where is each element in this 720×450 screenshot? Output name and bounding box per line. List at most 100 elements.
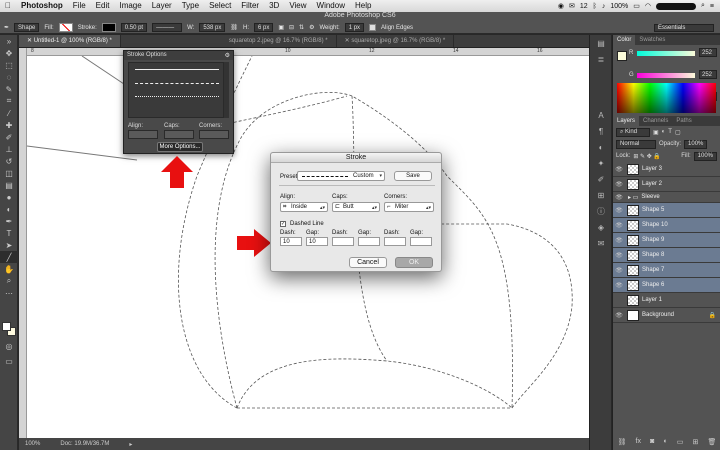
weight-input[interactable]: 1 px [344,23,365,32]
screen-mode-icon[interactable]: ▭ [0,355,18,367]
menu-3d[interactable]: 3D [264,0,284,12]
gap-1-input[interactable]: 10 [306,237,328,246]
width-input[interactable]: 538 px [199,23,226,32]
apple-icon[interactable]:  [0,0,16,12]
path-ops-icon[interactable]: ▣ [278,24,284,31]
styles-panel-icon[interactable]: ✦ [590,155,612,171]
lasso-tool-icon[interactable]: ◌ [0,71,18,83]
doc-size[interactable]: Doc: 19.9M/36.7M [60,441,109,447]
eraser-tool-icon[interactable]: ◫ [0,167,18,179]
menu-view[interactable]: View [284,0,311,12]
crop-tool-icon[interactable]: ⌗ [0,95,18,107]
stroke-swatch[interactable] [101,23,116,32]
color-spectrum[interactable] [617,83,716,113]
zoom-level[interactable]: 100% [25,441,40,447]
cancel-button[interactable]: Cancel [349,257,387,268]
visibility-eye-icon[interactable]: 👁 [613,181,625,188]
menu-help[interactable]: Help [350,0,376,12]
align-edges-checkbox[interactable] [369,24,377,31]
settings-gear-icon[interactable]: ⚙ [309,24,314,31]
collapse-icon[interactable]: » [0,35,18,47]
stroke-type-select[interactable]: ——— [152,23,183,32]
tab-squaretop[interactable]: ✕ squaretop.jpeg @ 16.7% (RGB/8) * [337,35,455,47]
preset-solid[interactable] [135,69,219,70]
type-tool-icon[interactable]: T [0,227,18,239]
filter-pixel-icon[interactable]: ▣ [653,129,659,136]
visibility-eye-icon[interactable]: 👁 [613,166,625,173]
layer-row-shape-10[interactable]: 👁 Shape 10 [613,218,720,233]
tab-paths[interactable]: Paths [672,116,695,126]
menu-image[interactable]: Image [114,0,146,12]
brush-tool-icon[interactable]: ✐ [0,131,18,143]
trash-icon[interactable]: 🗑 [708,438,717,450]
new-group-icon[interactable]: ▭ [677,438,684,450]
3d-panel-icon[interactable]: ◈ [590,219,612,235]
fill-input[interactable]: 100% [693,151,717,161]
history-brush-tool-icon[interactable]: ↺ [0,155,18,167]
tab-layers[interactable]: Layers [613,116,640,126]
info-panel-icon[interactable]: ⓘ [590,203,612,219]
preset-dotted[interactable] [135,96,219,97]
dash-2-input[interactable] [332,237,354,246]
hand-tool-icon[interactable]: ✋ [0,263,18,275]
dash-3-input[interactable] [384,237,406,246]
layer-group-sleeve[interactable]: 👁 ▸ ▭ Sleeve [613,192,720,203]
align-select[interactable] [128,130,158,139]
red-value-input[interactable]: 252 [699,48,717,57]
stroke-width-input[interactable]: 0.50 pt [120,23,148,32]
tab-color[interactable]: Color [613,35,636,45]
menu-select[interactable]: Select [204,0,236,12]
link-layers-icon[interactable]: ⛓ [618,438,627,450]
menu-edit[interactable]: Edit [91,0,115,12]
opacity-input[interactable]: 100% [684,139,708,149]
more-options-button[interactable]: More Options... [157,142,203,152]
zoom-tool-icon[interactable]: ⌕ [0,275,18,287]
notes-panel-icon[interactable]: ✉ [590,235,612,251]
fill-swatch[interactable] [58,23,73,32]
vertical-ruler[interactable] [19,48,27,438]
character-panel-icon[interactable]: A [590,107,612,123]
paragraph-panel-icon[interactable]: ¶ [590,123,612,139]
blend-mode-select[interactable]: Normal [616,139,656,149]
mask-icon[interactable]: ◙ [650,438,654,450]
pen-tool-icon[interactable]: ✒ [4,24,9,31]
layer-row-layer-3[interactable]: 👁 Layer 3 [613,162,720,177]
layer-row-shape-6[interactable]: 👁 Shape 6 [613,278,720,293]
visibility-eye-icon[interactable]: 👁 [613,282,625,289]
visibility-eye-icon[interactable]: 👁 [613,252,625,259]
menu-filter[interactable]: Filter [236,0,264,12]
stamp-tool-icon[interactable]: ⊥ [0,143,18,155]
filter-type-icon[interactable]: T [668,129,672,135]
preset-select[interactable]: Custom ▾ [297,171,385,181]
menu-layer[interactable]: Layer [147,0,177,12]
menu-window[interactable]: Window [312,0,350,12]
gap-3-input[interactable] [410,237,432,246]
ok-button[interactable]: OK [395,257,433,268]
fx-icon[interactable]: fx [636,438,641,450]
layer-row-shape-9[interactable]: 👁 Shape 9 [613,233,720,248]
foreground-color-swatch[interactable] [2,322,11,331]
stroke-options-gear-icon[interactable]: ⚙ [225,52,230,59]
visibility-eye-icon[interactable]: 👁 [613,207,625,214]
bluetooth-icon[interactable]: ᛒ [593,3,597,10]
layer-row-shape-5[interactable]: 👁 Shape 5 [613,203,720,218]
dashed-line-checkbox[interactable]: ✓ [280,221,286,227]
tab-close-icon[interactable]: ✕ [27,38,34,44]
adjustments-panel-icon[interactable]: ◐ [590,139,612,155]
preset-scrollbar[interactable] [224,62,229,118]
eyedropper-tool-icon[interactable]: ⁄ [0,107,18,119]
horizontal-ruler[interactable]: 8 10 12 14 16 [27,48,589,56]
corners-select[interactable]: ⌐ Miter ▴▾ [384,202,434,212]
filter-shape-icon[interactable]: ▢ [675,129,681,136]
quick-mask-icon[interactable]: ◎ [0,340,18,352]
notification-icon[interactable]: ✉ [569,2,575,10]
dash-1-input[interactable]: 10 [280,237,302,246]
healing-tool-icon[interactable]: ✚ [0,119,18,131]
more-tools-icon[interactable]: ⋯ [0,287,18,299]
menu-file[interactable]: File [68,0,91,12]
blur-tool-icon[interactable]: ● [0,191,18,203]
layer-row-layer-2[interactable]: 👁 Layer 2 [613,177,720,192]
menu-type[interactable]: Type [177,0,204,12]
layer-row-layer-1[interactable]: Layer 1 [613,293,720,308]
color-swatches[interactable] [2,322,16,336]
